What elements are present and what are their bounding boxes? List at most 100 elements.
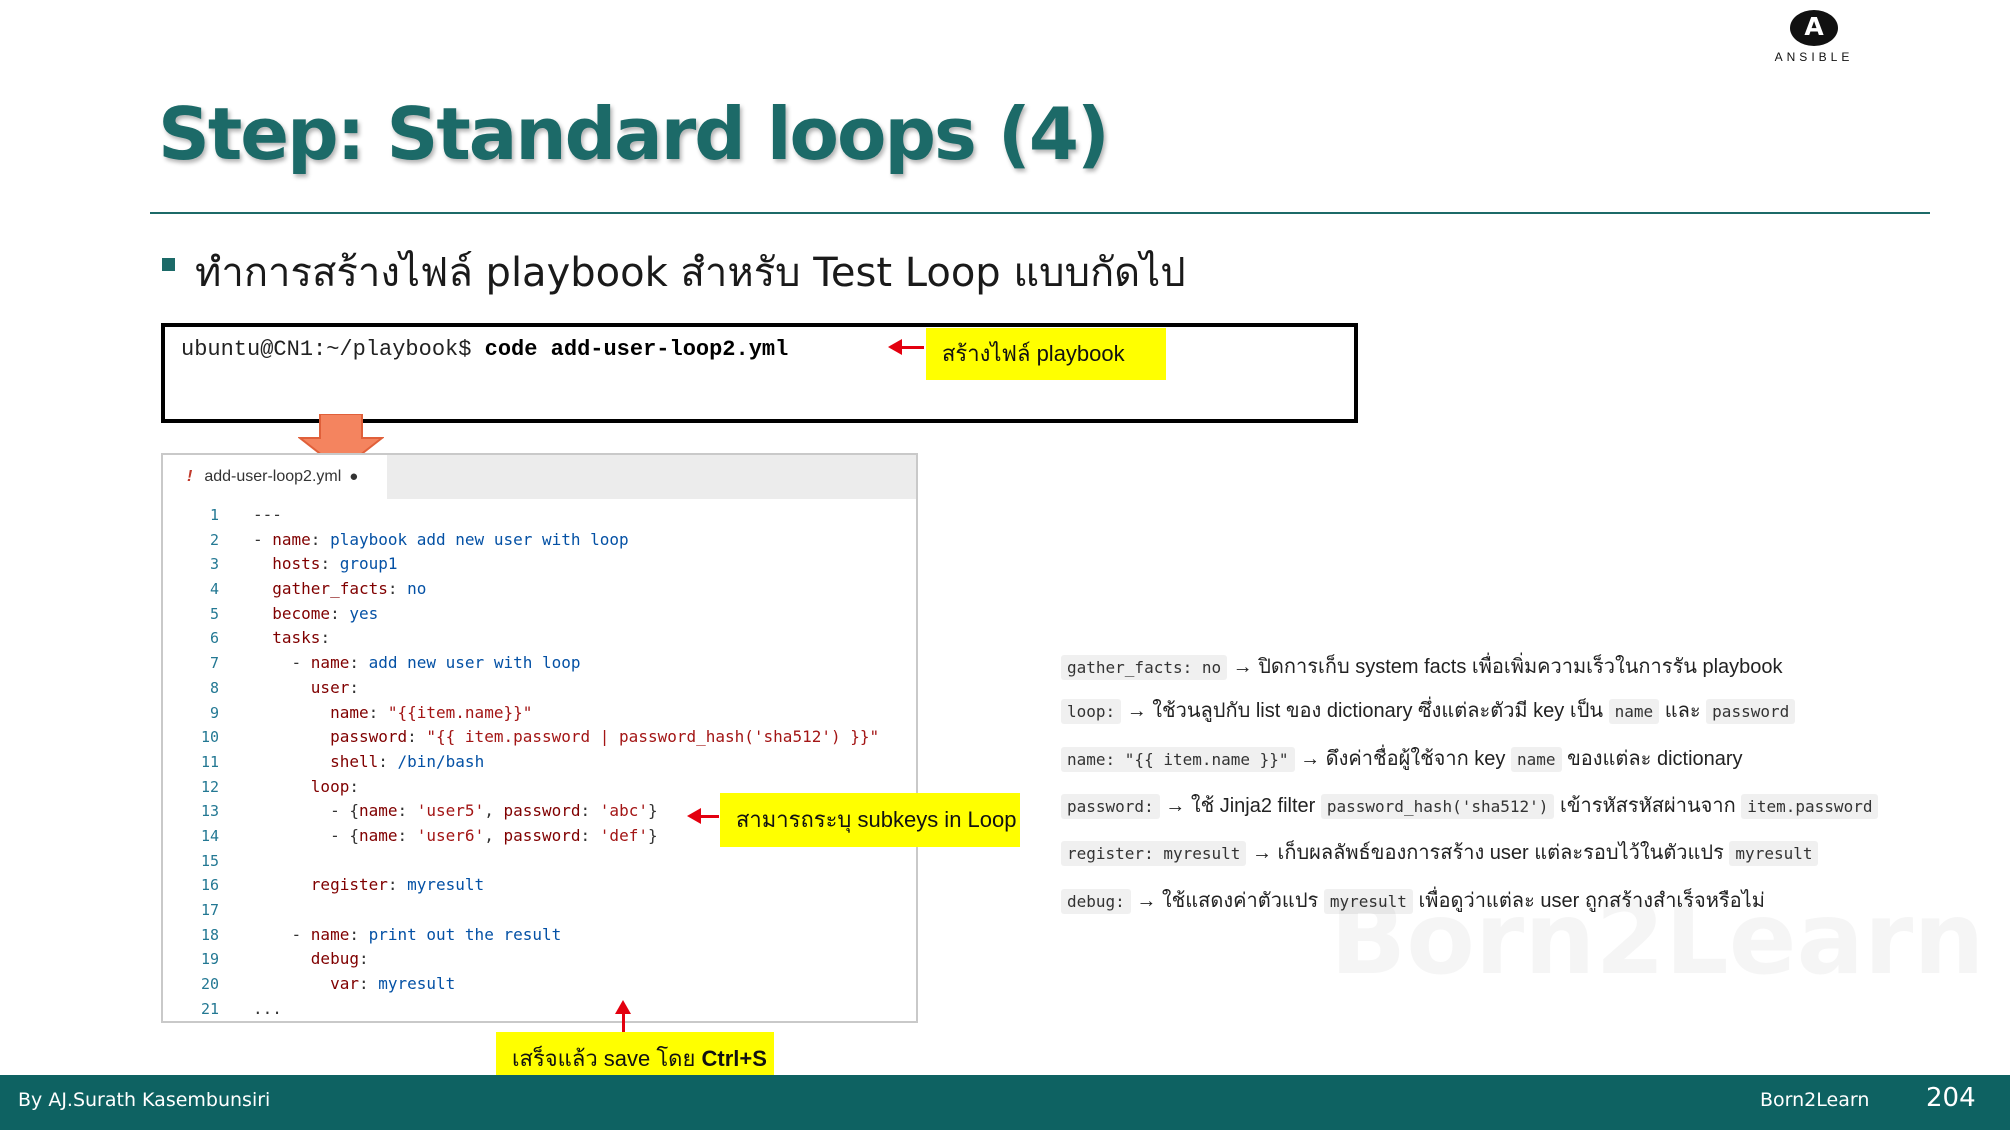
code-token: 'user5': [416, 801, 485, 821]
annotation-code: password: [1706, 699, 1796, 724]
code-token: debug: [310, 949, 359, 969]
code-token: loop: [310, 776, 350, 796]
code-line: 17: [163, 898, 916, 923]
annotation-text: เข้ารหัสรหัสผ่านจาก: [1554, 795, 1742, 817]
annotation-text: ของแต่ละ dictionary: [1561, 748, 1743, 770]
code-token: :: [320, 554, 340, 574]
code-line: 10 password: "{{ item.password | passwor…: [163, 725, 916, 750]
code-token: /bin/bash: [397, 751, 485, 771]
line-number: 15: [200, 851, 219, 870]
code-token: - {: [253, 801, 359, 821]
footer-brand: Born2Learn: [1760, 1089, 1870, 1111]
footer-author: By AJ.Surath Kasembunsiri: [18, 1089, 271, 1111]
line-source: shell: /bin/bash: [253, 750, 484, 775]
annotation-code: debug:: [1061, 889, 1131, 914]
line-number: 20: [200, 975, 219, 994]
code-token: 'def': [599, 825, 648, 845]
code-token: :: [397, 801, 417, 821]
code-line: 21...: [163, 997, 916, 1022]
title-divider: [150, 212, 1930, 214]
annotation-row: gather_facts: no → ปิดการเก็บ system fac…: [1061, 650, 1961, 682]
code-line: 20 var: myresult: [163, 972, 916, 997]
code-line: 19 debug:: [163, 947, 916, 972]
code-token: user: [310, 677, 350, 697]
line-number: 18: [200, 925, 219, 944]
code-token: 'user6': [416, 825, 485, 845]
code-token: password: [330, 727, 408, 747]
arrow-left-icon: [888, 339, 924, 355]
code-token: ,: [484, 801, 504, 821]
annotation-code: password_hash('sha512'): [1320, 794, 1555, 819]
code-editor[interactable]: ! add-user-loop2.yml ● 1 --- 2- name: playbo…: [161, 453, 918, 1023]
line-number: 4: [209, 580, 219, 599]
code-token: ---: [253, 505, 282, 524]
code-token: -: [253, 653, 311, 673]
watermark: Born2Learn: [1330, 880, 1985, 997]
editor-tabbar: ! add-user-loop2.yml ●: [163, 455, 916, 499]
code-token: :: [358, 949, 369, 969]
annotation-text: → ดึงค่าชื่อผู้ใช้จาก key: [1294, 748, 1511, 770]
code-line: 11 shell: /bin/bash: [163, 750, 916, 775]
annotation-code: name: [1510, 747, 1562, 772]
annotation-code: password:: [1061, 794, 1160, 819]
line-source: password: "{{ item.password | password_h…: [253, 725, 879, 750]
annotation-row: name: "{{ item.name }}" → ดึงค่าชื่อผู้ใ…: [1061, 742, 1961, 774]
code-token: }: [647, 825, 658, 845]
code-token: 'abc': [599, 801, 648, 821]
terminal-prompt: ubuntu@CN1:~/playbook$: [181, 337, 485, 362]
code-token: add new user with loop: [368, 653, 581, 673]
code-token: name: [358, 801, 398, 821]
code-token: become: [272, 603, 331, 623]
annotation-row: password: → ใช้ Jinja2 filter password_h…: [1061, 789, 1961, 821]
code-token: name: [330, 702, 369, 722]
terminal-command: code add-user-loop2.yml: [484, 337, 789, 362]
code-line: 5 become: yes: [163, 602, 916, 627]
code-line: 2 - name: playbook add new user with loop: [163, 528, 916, 553]
code-line: 7 - name: add new user with loop: [163, 651, 916, 676]
code-token: myresult: [407, 875, 485, 895]
code-token: :: [368, 702, 388, 722]
annotation-code: register: myresult: [1061, 841, 1247, 866]
line-source: become: yes: [253, 602, 378, 627]
line-source: ...: [253, 997, 282, 1022]
code-line: 6 tasks:: [163, 626, 916, 651]
annotation-code: myresult: [1729, 841, 1819, 866]
line-source: - name: add new user with loop: [253, 651, 581, 676]
callout-create-file: สร้างไฟล์ playbook: [926, 328, 1166, 380]
line-source: - {name: 'user6', password: 'def'}: [253, 824, 658, 849]
tab-filename: add-user-loop2.yml: [204, 468, 342, 485]
footer-bar: By AJ.Surath Kasembunsiri Born2Learn 204: [0, 1075, 2010, 1130]
code-token: name: [272, 529, 311, 549]
annotation-code: name: "{{ item.name }}": [1061, 747, 1295, 772]
code-token: myresult: [378, 974, 456, 994]
line-source: name: "{{item.name}}": [253, 701, 532, 726]
editor-tab[interactable]: ! add-user-loop2.yml ●: [163, 455, 387, 499]
line-number: 9: [209, 703, 219, 722]
code-area[interactable]: 1 --- 2- name: playbook add new user with …: [163, 503, 916, 1021]
code-token: tasks: [272, 628, 321, 648]
code-token: var: [330, 974, 359, 994]
code-token: :: [349, 677, 359, 697]
callout-save-keys: Ctrl+S: [701, 1046, 767, 1071]
code-token: - {: [253, 825, 359, 845]
unsaved-dot-icon: ●: [349, 468, 359, 485]
code-line: 3 hosts: group1: [163, 552, 916, 577]
code-token: -: [253, 529, 273, 549]
line-source: register: myresult: [253, 873, 484, 898]
code-token: :: [397, 825, 417, 845]
annotation-row: loop: → ใช้วนลูปกับ list ของ dictionary …: [1061, 694, 1961, 726]
line-number: 7: [209, 654, 219, 673]
logo-text: ANSIBLE: [1774, 50, 1854, 64]
logo-mark: A: [1804, 12, 1824, 41]
line-source: user:: [253, 676, 359, 701]
annotation-code: loop:: [1061, 699, 1122, 724]
annotation-text: → ปิดการเก็บ system facts เพื่อเพิ่มความ…: [1227, 656, 1783, 678]
code-token: gather_facts: [272, 579, 388, 599]
line-source: - name: playbook add new user with loop: [253, 528, 629, 553]
code-token: :: [310, 529, 331, 549]
